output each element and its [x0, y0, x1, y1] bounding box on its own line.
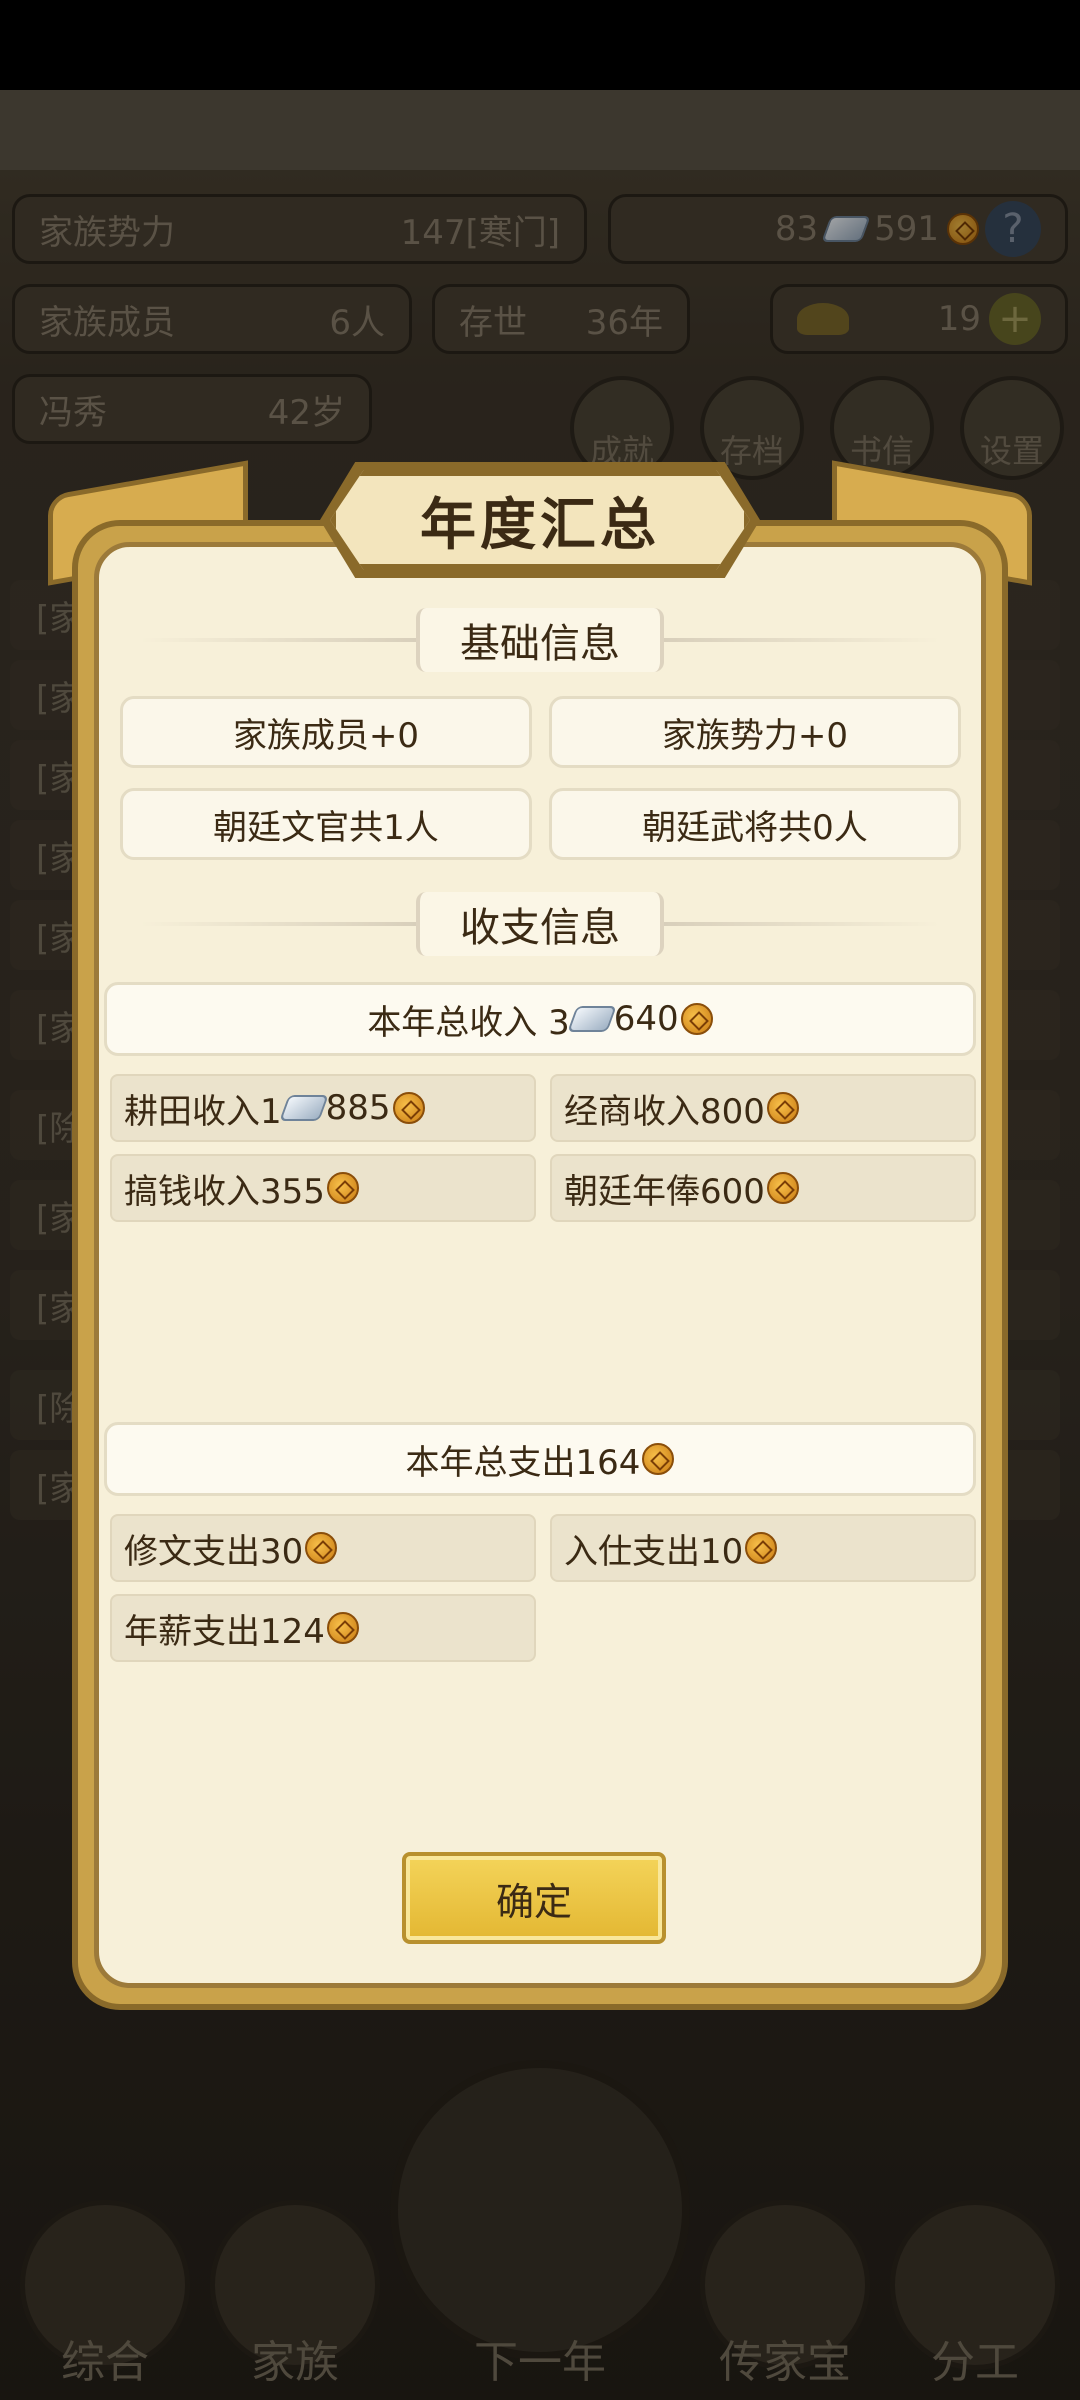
coin-icon [766, 1172, 799, 1204]
coin-icon [745, 1532, 778, 1564]
salary-expense: 年薪支出124 [110, 1594, 536, 1662]
total-income-amount: 640 [613, 999, 679, 1039]
total-expense-label: 本年总支出164 [405, 1442, 641, 1483]
office-expense-label: 入仕支出10 [564, 1531, 744, 1572]
coin-icon [326, 1172, 359, 1204]
coin-icon [326, 1612, 359, 1644]
title-banner: 年度汇总 [330, 470, 750, 570]
divider [664, 638, 940, 642]
total-income-label: 本年总收入 3 [367, 1002, 570, 1043]
coin-icon [642, 1443, 675, 1475]
coin-icon [305, 1532, 338, 1564]
study-expense: 修文支出30 [110, 1514, 536, 1582]
military-officers-text: 朝廷武将共0人 [642, 807, 868, 848]
military-officers-count: 朝廷武将共0人 [549, 788, 961, 860]
basic-info-title: 基础信息 [416, 608, 664, 672]
hustle-income: 搞钱收入355 [110, 1154, 536, 1222]
finance-info-title: 收支信息 [416, 892, 664, 956]
farming-income-label: 耕田收入1 [124, 1091, 282, 1132]
silver-icon [278, 1095, 329, 1121]
family-members-change: 家族成员+0 [120, 696, 532, 768]
farming-income-amount: 885 [325, 1088, 391, 1128]
coin-icon [392, 1092, 425, 1124]
office-expense: 入仕支出10 [550, 1514, 976, 1582]
trade-income-label: 经商收入800 [564, 1091, 765, 1132]
total-expense: 本年总支出164 [104, 1422, 976, 1496]
divider [140, 638, 416, 642]
family-power-change-text: 家族势力+0 [661, 715, 849, 756]
hustle-income-label: 搞钱收入355 [124, 1171, 325, 1212]
dialog-title: 年度汇总 [420, 492, 660, 558]
trade-income: 经商收入800 [550, 1074, 976, 1142]
family-power-change: 家族势力+0 [549, 696, 961, 768]
basic-info-header: 基础信息 [140, 608, 940, 672]
confirm-label: 确定 [495, 1879, 572, 1924]
divider [140, 922, 416, 926]
civil-officials-text: 朝廷文官共1人 [213, 807, 439, 848]
finance-info-header: 收支信息 [140, 892, 940, 956]
confirm-button[interactable]: 确定 [402, 1852, 666, 1944]
divider [664, 922, 940, 926]
silver-icon [567, 1006, 617, 1032]
family-members-change-text: 家族成员+0 [232, 715, 420, 756]
salary-expense-label: 年薪支出124 [124, 1611, 325, 1652]
coin-icon [680, 1003, 713, 1035]
farming-income: 耕田收入1 885 [110, 1074, 536, 1142]
court-salary-label: 朝廷年俸600 [564, 1171, 765, 1212]
coin-icon [766, 1092, 799, 1124]
court-salary-income: 朝廷年俸600 [550, 1154, 976, 1222]
total-income: 本年总收入 3 640 [104, 982, 976, 1056]
civil-officials-count: 朝廷文官共1人 [120, 788, 532, 860]
study-expense-label: 修文支出30 [124, 1531, 304, 1572]
